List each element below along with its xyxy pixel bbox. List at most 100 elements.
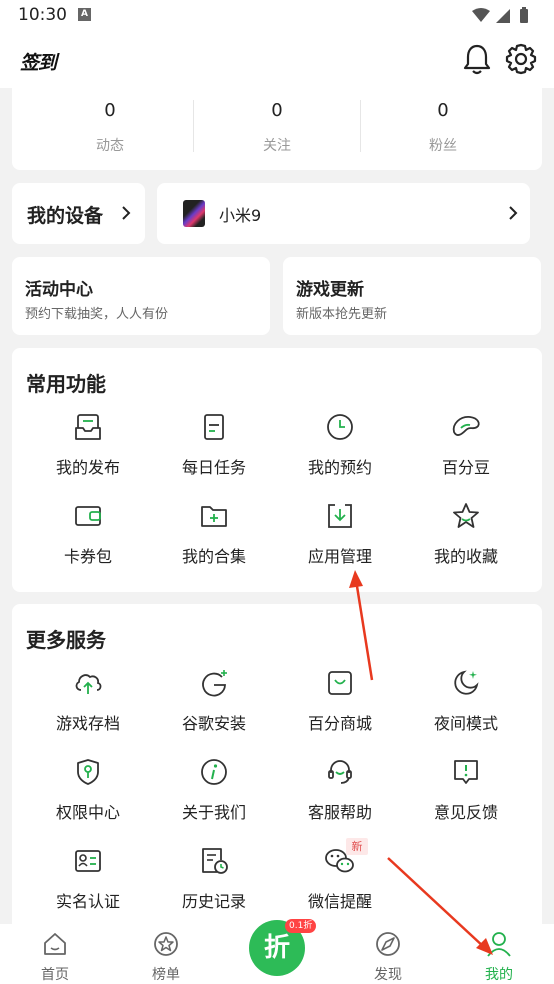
grid-label: 实名认证 [55,892,120,911]
stat-value: 0 [104,100,116,121]
phone-thumbnail [183,200,205,227]
grid-label: 意见反馈 [433,803,498,822]
grid-item-wechat-reminder[interactable]: 微信提醒 [277,846,403,912]
cloud-upload-icon [75,674,102,694]
grid-label: 游戏存档 [55,714,120,733]
stat-dynamics[interactable]: 0 动态 [22,100,198,155]
history-icon [202,848,228,874]
grid-label: 我的发布 [55,458,120,477]
shield-key-icon [77,759,99,785]
my-devices-button[interactable]: 我的设备 [12,183,145,244]
grid-item-game-saves[interactable]: 游戏存档 [25,668,151,734]
more-services-section: 更多服务 游戏存档 谷歌安装 百分商城 夜间模式 权限中心 关于我们 客服帮助 … [12,604,542,934]
discount-badge: 0.1折 [285,919,317,933]
grid-label: 每日任务 [181,458,246,477]
download-box-icon [328,504,352,528]
publish-icon [75,414,101,440]
info-icon [201,759,227,785]
shopping-bag-icon [328,671,352,695]
home-icon [44,933,66,955]
promo-title: 游戏更新 [296,280,364,300]
discover-icon [376,932,400,956]
grid-item-customer-help[interactable]: 客服帮助 [277,757,403,823]
grid-item-app-management[interactable]: 应用管理 [277,501,403,567]
grid-item-my-collections[interactable]: 我的合集 [151,501,277,567]
grid-item-bean[interactable]: 百分豆 [403,412,529,478]
clock-icon [327,414,353,440]
grid-item-feedback[interactable]: 意见反馈 [403,757,529,823]
app-header: 签到 [0,32,554,88]
signal-battery-icon [472,7,528,23]
game-updates-card[interactable]: 游戏更新 新版本抢先更新 [283,257,541,335]
folder-plus-icon [201,506,227,527]
notification-icon: A [78,8,91,21]
stat-value: 0 [271,100,283,121]
stat-fans[interactable]: 0 粉丝 [355,100,531,155]
grid-item-my-favorites[interactable]: 我的收藏 [403,501,529,567]
bell-icon[interactable] [462,42,492,76]
feedback-icon [454,760,478,784]
signin-button[interactable]: 签到 [20,48,57,75]
grid-label: 卡券包 [63,547,112,566]
stat-value: 0 [437,100,449,121]
bean-icon [452,416,480,436]
grid-label: 百分商城 [307,714,372,733]
stat-label: 动态 [96,138,124,154]
promo-title: 活动中心 [25,280,93,300]
grid-item-daily-tasks[interactable]: 每日任务 [151,412,277,478]
grid-item-real-name[interactable]: 实名认证 [25,846,151,912]
grid-label: 我的预约 [307,458,372,477]
section-title: 更多服务 [26,628,106,652]
tab-profile[interactable]: 我的 [459,930,539,984]
section-title: 常用功能 [26,372,106,396]
new-badge: 新 [346,838,368,855]
activity-center-card[interactable]: 活动中心 预约下载抽奖，人人有份 [12,257,270,335]
grid-item-my-posts[interactable]: 我的发布 [25,412,151,478]
ranking-icon [154,932,178,956]
tab-ranking[interactable]: 榜单 [126,930,206,984]
promo-subtitle: 预约下载抽奖，人人有份 [25,307,169,322]
moon-icon [454,670,479,695]
stats-card: 0 动态 0 关注 0 粉丝 [12,88,542,170]
stat-following[interactable]: 0 关注 [189,100,365,155]
wallet-icon [75,506,101,526]
my-devices-label: 我的设备 [27,205,104,227]
grid-item-about-us[interactable]: 关于我们 [151,757,277,823]
tab-label: 我的 [485,967,513,983]
grid-label: 关于我们 [181,803,246,822]
grid-label: 应用管理 [307,547,372,566]
grid-label: 权限中心 [55,803,120,822]
grid-label: 我的合集 [181,547,246,566]
task-icon [204,414,224,440]
status-icons [470,7,540,29]
profile-icon [487,932,511,957]
status-bar: 10:30 A [0,0,554,32]
headset-icon [328,760,352,784]
stat-label: 关注 [263,138,291,154]
tab-discover[interactable]: 发现 [348,930,428,984]
grid-label: 谷歌安装 [181,714,246,733]
gear-icon[interactable] [505,42,537,76]
grid-item-permissions[interactable]: 权限中心 [25,757,151,823]
stat-label: 粉丝 [429,138,457,154]
grid-label: 我的收藏 [433,547,498,566]
id-card-icon [75,850,101,872]
grid-item-shop[interactable]: 百分商城 [277,668,403,734]
grid-label: 微信提醒 [307,892,372,911]
grid-item-my-reservations[interactable]: 我的预约 [277,412,403,478]
device-item[interactable]: 小米9 [157,183,530,244]
tab-label: 首页 [41,967,69,983]
tab-label: 发现 [374,967,402,983]
grid-item-history[interactable]: 历史记录 [151,846,277,912]
chevron-right-icon [122,206,131,220]
grid-item-google-install[interactable]: 谷歌安装 [151,668,277,734]
tab-home[interactable]: 首页 [15,930,95,984]
grid-label: 百分豆 [441,458,490,477]
google-icon [202,670,227,697]
chevron-right-icon [509,206,518,220]
promo-subtitle: 新版本抢先更新 [296,307,388,322]
grid-item-coupons[interactable]: 卡券包 [25,501,151,567]
tab-label: 榜单 [152,967,180,983]
grid-item-night-mode[interactable]: 夜间模式 [403,668,529,734]
grid-label: 客服帮助 [307,803,372,822]
